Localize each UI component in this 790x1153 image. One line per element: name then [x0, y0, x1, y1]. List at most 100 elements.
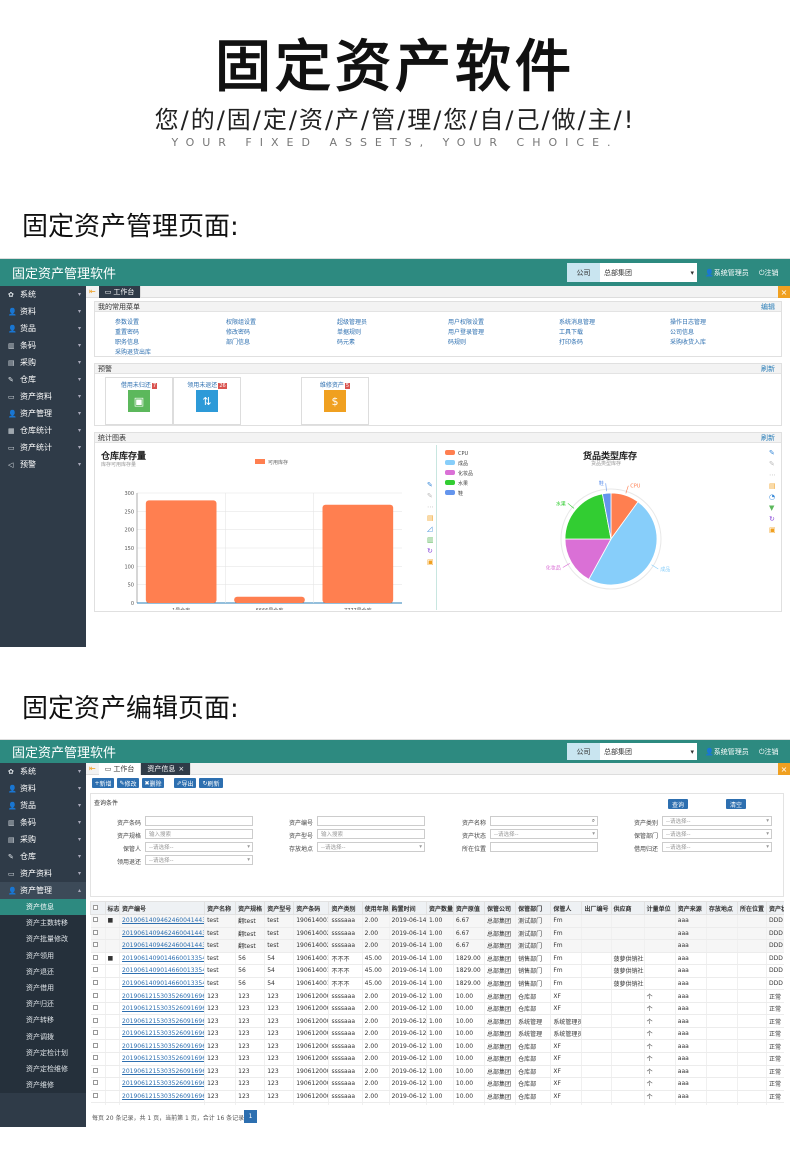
search-icon[interactable]: ⌕ — [592, 818, 595, 825]
query-input[interactable]: --请选择-- ▾ — [662, 829, 772, 839]
column-header[interactable]: 资产数量 — [425, 901, 454, 915]
chart-tool-icon[interactable]: ⋯ — [769, 471, 776, 479]
sidebar-subitem[interactable]: 资产信息 — [0, 899, 86, 916]
column-header[interactable]: 资产原值 — [452, 901, 486, 915]
query-input[interactable] — [145, 816, 253, 826]
shortcut-link[interactable]: 权限组设置 — [226, 317, 256, 326]
shortcut-link[interactable]: 系统消息管理 — [559, 317, 595, 326]
checkbox[interactable] — [92, 980, 98, 985]
sidebar-item[interactable]: 👤 资料 ▾ — [0, 303, 86, 320]
row-select-cell[interactable] — [90, 989, 106, 1003]
query-input[interactable]: --请选择-- ▾ — [662, 816, 772, 826]
row-select-cell[interactable] — [90, 914, 106, 928]
shortcut-link[interactable]: 修改密码 — [226, 327, 250, 336]
checkbox[interactable] — [92, 1005, 98, 1011]
clear-button[interactable]: 清空 — [726, 799, 746, 809]
row-select-cell[interactable] — [90, 952, 106, 966]
asset-code-link[interactable]: 20190612153035260916​96G — [119, 1052, 206, 1066]
column-header[interactable]: 购置时间 — [388, 901, 427, 915]
row-select-cell[interactable] — [90, 1065, 106, 1079]
checkbox[interactable] — [92, 1067, 98, 1073]
shortcut-link[interactable]: 采购收货入库 — [670, 337, 706, 346]
company-select-2[interactable]: 公司 总部集团 ▾ — [567, 743, 697, 760]
row-select-cell[interactable] — [90, 1102, 106, 1105]
warning-card[interactable]: 借用未归还 7 ▣ — [105, 377, 173, 425]
legend-label[interactable]: 鞋 — [458, 490, 463, 497]
legend-label[interactable]: 水果 — [458, 480, 468, 487]
query-input[interactable]: ⌕ — [490, 816, 598, 826]
sidebar-subitem[interactable]: 资产维修 — [0, 1077, 86, 1094]
chart-tool-icon[interactable]: ↻ — [769, 515, 775, 523]
user-name[interactable]: 👤系统管理员 — [705, 268, 749, 278]
column-header[interactable]: 资产来源 — [674, 901, 707, 915]
column-header[interactable]: 资产编号 — [119, 901, 206, 915]
column-header[interactable]: 出厂编号 — [581, 901, 612, 915]
refresh-warning-link[interactable]: 刷新 — [761, 364, 775, 374]
logout-link[interactable]: ⏻注销 — [759, 268, 779, 278]
table-row[interactable]: 20190612153035260916​96G1231231231906120… — [90, 1077, 784, 1091]
checkbox[interactable] — [92, 992, 98, 998]
sidebar-subitem[interactable]: 资产调拨 — [0, 1028, 86, 1045]
query-input[interactable]: --请选择-- ▾ — [145, 842, 253, 852]
shortcut-link[interactable]: 打印条码 — [559, 337, 583, 346]
add-button[interactable]: + 新增 — [92, 778, 114, 788]
checkbox[interactable] — [92, 967, 98, 973]
query-input[interactable] — [317, 816, 425, 826]
sidebar-item[interactable]: ▤ 采购 ▾ — [0, 354, 86, 371]
delete-button[interactable]: ✖ 删除 — [142, 778, 164, 788]
column-header[interactable]: 使用年限 — [361, 901, 390, 915]
close-tab-icon[interactable]: × — [778, 763, 790, 775]
sidebar-item[interactable]: ✿ 系统 ▾ — [0, 286, 86, 303]
chart-tool-icon[interactable]: ▤ — [427, 514, 434, 522]
column-header[interactable]: 资产名称 — [204, 901, 237, 915]
chart-tool-icon[interactable]: ▣ — [427, 558, 434, 566]
asset-code-link[interactable]: 20190612153035260916​96G — [119, 989, 206, 1003]
row-select-cell[interactable] — [90, 1090, 106, 1104]
column-header[interactable]: 资产类别 — [328, 901, 363, 915]
column-header[interactable]: 存放地点 — [705, 901, 739, 915]
asset-code-link[interactable]: 201906140946246004144​3J — [119, 927, 206, 941]
warning-card[interactable]: 领用未退还 26 ⇅ — [173, 377, 241, 425]
checkbox[interactable] — [92, 942, 98, 948]
query-input[interactable]: 输入搜索 — [145, 829, 253, 839]
row-select-cell[interactable] — [90, 927, 106, 941]
table-row[interactable]: 20190612153035260916​96G1231231231906120… — [90, 1090, 784, 1104]
sidebar-subitem[interactable]: 资产主数转移 — [0, 915, 86, 932]
chart-tool-icon[interactable]: ✎ — [427, 481, 433, 489]
sidebar-item[interactable]: 👤 货品 ▾ — [0, 797, 86, 814]
bar[interactable] — [145, 500, 217, 603]
chart-tool-icon[interactable]: ▣ — [769, 526, 776, 534]
sidebar-item[interactable]: ▭ 资产资料 ▾ — [0, 388, 86, 405]
shortcut-link[interactable]: 重置密码 — [115, 327, 139, 336]
checkbox[interactable] — [92, 1055, 98, 1061]
checkbox[interactable] — [92, 1042, 98, 1048]
column-header[interactable]: 标志 — [104, 901, 121, 915]
chart-tool-icon[interactable]: ◿ — [427, 525, 433, 533]
row-select-cell[interactable] — [90, 1052, 106, 1066]
table-row[interactable]: ■ 20190614090146600133​54G test 56 54 1906140… — [90, 952, 784, 966]
query-input[interactable]: --请选择-- ▾ — [145, 855, 253, 865]
sidebar-item[interactable]: ✎ 仓库 ▾ — [0, 371, 86, 388]
column-header[interactable]: 所在位置 — [736, 901, 768, 915]
chart-tool-icon[interactable]: ✎ — [769, 449, 775, 457]
row-select-cell[interactable] — [90, 1002, 106, 1016]
sidebar-subitem[interactable]: 资产领用 — [0, 947, 86, 964]
table-row[interactable]: 20190612153035260916​96G1231231231906120… — [90, 1027, 784, 1041]
table-row[interactable]: 20190614090146600133​54G test 56 54 19061400… — [90, 977, 784, 991]
checkbox[interactable] — [92, 929, 98, 935]
edit-shortcuts-link[interactable]: 编辑 — [761, 302, 775, 312]
chart-tool-icon[interactable]: ▼ — [769, 504, 775, 512]
chart-tool-icon[interactable]: ↻ — [427, 547, 433, 555]
chart-tool-icon[interactable]: ◔ — [769, 493, 775, 501]
sidebar-item[interactable]: ▭ 资产统计 ▾ — [0, 439, 86, 456]
shortcut-link[interactable]: 单据规则 — [337, 327, 361, 336]
sidebar-item[interactable]: ✿ 系统 ▾ — [0, 763, 86, 780]
sidebar-item[interactable]: ▥ 条码 ▾ — [0, 337, 86, 354]
table-row[interactable]: 20190612153035260916​96G1231231231906120… — [90, 1014, 784, 1028]
asset-code-link[interactable]: 20190614094624600414​43J — [119, 914, 206, 928]
logout-link-2[interactable]: ⏻注销 — [759, 747, 779, 757]
row-select-cell[interactable] — [90, 964, 106, 978]
sidebar-subitem[interactable]: 资产归还 — [0, 996, 86, 1013]
table-row[interactable]: 201906140946246004144​3J test 翻test test 190… — [90, 939, 784, 953]
asset-code-link[interactable]: 20190614090146600133​54G — [119, 952, 206, 966]
